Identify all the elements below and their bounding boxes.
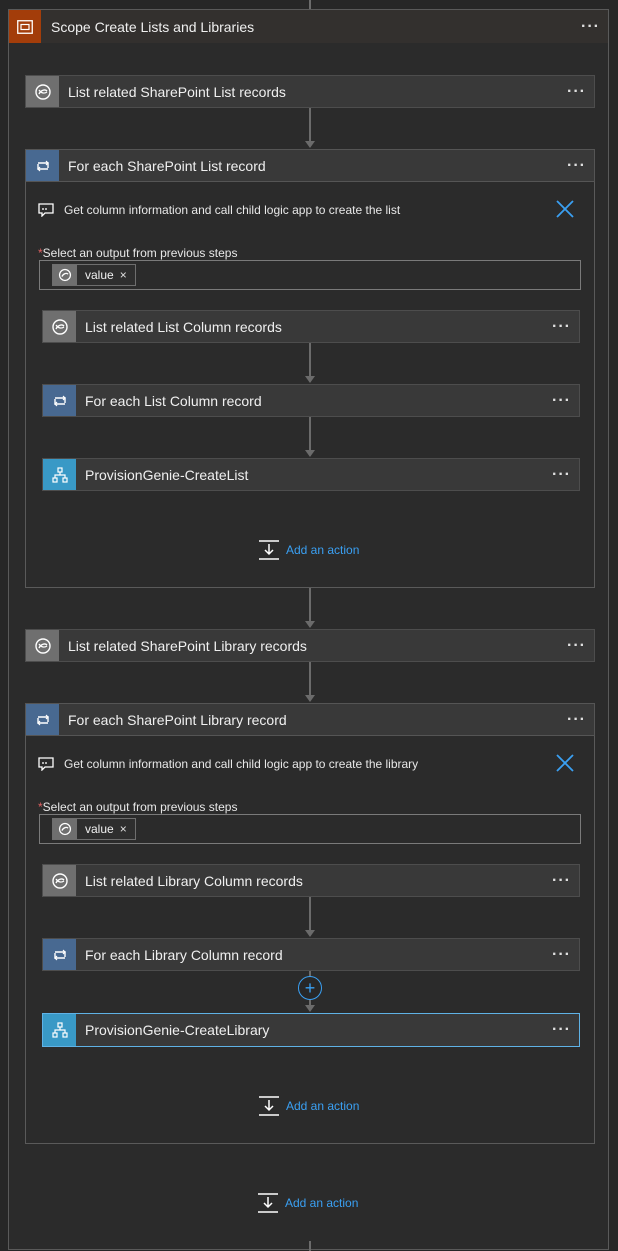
comment-icon <box>38 757 54 771</box>
select-output-label: *Select an output from previous steps <box>38 246 237 260</box>
scope-title: Scope Create Lists and Libraries <box>51 18 255 35</box>
foreach-sharepoint-list-record-header[interactable]: For each SharePoint List record ··· <box>25 149 595 182</box>
action-title: ProvisionGenie-CreateList <box>85 466 249 483</box>
action-title: List related Library Column records <box>85 872 303 889</box>
token-label: value <box>85 268 114 282</box>
more-button[interactable]: ··· <box>567 704 586 735</box>
add-action-label: Add an action <box>286 543 360 557</box>
dataverse-icon <box>43 311 76 342</box>
more-button[interactable]: ··· <box>567 150 586 181</box>
foreach-list-column-record-action[interactable]: For each List Column record ··· <box>42 384 580 417</box>
value-token[interactable]: value × <box>52 264 136 286</box>
add-action-icon <box>259 540 279 560</box>
close-comment-icon[interactable] <box>555 199 575 219</box>
token-remove-icon[interactable]: × <box>120 822 135 836</box>
action-title: List related SharePoint Library records <box>68 637 307 654</box>
scope-header[interactable]: Scope Create Lists and Libraries ··· <box>9 10 608 43</box>
foreach-icon <box>26 704 59 735</box>
add-action-button[interactable]: Add an action <box>258 1096 359 1116</box>
comment-icon <box>38 203 54 217</box>
dataverse-icon <box>26 76 59 107</box>
more-button[interactable]: ··· <box>552 1014 571 1046</box>
dataverse-icon <box>53 265 77 285</box>
foreach-sharepoint-library-record-header[interactable]: For each SharePoint Library record ··· <box>25 703 595 736</box>
value-token[interactable]: value × <box>52 818 136 840</box>
list-list-column-records-action[interactable]: List related List Column records ··· <box>42 310 580 343</box>
dataverse-icon <box>53 819 77 839</box>
logic-app-icon <box>43 1014 76 1046</box>
select-output-text: Select an output from previous steps <box>42 800 238 814</box>
more-button[interactable]: ··· <box>552 311 571 342</box>
dataverse-icon <box>43 865 76 896</box>
logic-app-icon <box>43 459 76 490</box>
comment-text: Get column information and call child lo… <box>64 203 401 217</box>
list-sharepoint-list-records-action[interactable]: List related SharePoint List records ··· <box>25 75 595 108</box>
more-button[interactable]: ··· <box>552 939 571 970</box>
more-button[interactable]: ··· <box>567 630 586 661</box>
comment-row: Get column information and call child lo… <box>38 199 400 221</box>
foreach-icon <box>26 150 59 181</box>
more-button[interactable]: ··· <box>567 76 586 107</box>
provisiongenie-createlist-action[interactable]: ProvisionGenie-CreateList ··· <box>42 458 580 491</box>
more-button[interactable]: ··· <box>552 385 571 416</box>
add-action-icon <box>258 1193 278 1213</box>
close-comment-icon[interactable] <box>555 753 575 773</box>
foreach-icon <box>43 385 76 416</box>
more-button[interactable]: ··· <box>552 459 571 490</box>
comment-text: Get column information and call child lo… <box>64 757 419 771</box>
designer-canvas: Scope Create Lists and Libraries ··· Lis… <box>0 0 618 1251</box>
token-remove-icon[interactable]: × <box>120 268 135 282</box>
add-action-button[interactable]: Add an action <box>257 1193 358 1213</box>
action-title: ProvisionGenie-CreateLibrary <box>85 1022 270 1038</box>
select-output-text: Select an output from previous steps <box>42 246 238 260</box>
foreach-title: For each SharePoint Library record <box>68 711 287 728</box>
add-action-icon <box>259 1096 279 1116</box>
scope-more-button[interactable]: ··· <box>581 10 600 43</box>
select-output-label: *Select an output from previous steps <box>38 800 237 814</box>
action-title: List related SharePoint List records <box>68 83 286 100</box>
scope-icon <box>9 10 41 43</box>
select-output-input[interactable]: value × <box>39 814 581 844</box>
list-library-column-records-action[interactable]: List related Library Column records ··· <box>42 864 580 897</box>
action-title: For each Library Column record <box>85 946 283 963</box>
add-action-button[interactable]: Add an action <box>258 540 359 560</box>
dataverse-icon <box>26 630 59 661</box>
comment-row: Get column information and call child lo… <box>38 753 418 775</box>
foreach-library-column-record-action[interactable]: For each Library Column record ··· <box>42 938 580 971</box>
action-title: For each List Column record <box>85 392 262 409</box>
select-output-input[interactable]: value × <box>39 260 581 290</box>
token-label: value <box>85 822 114 836</box>
action-title: List related List Column records <box>85 318 282 335</box>
insert-step-plus-icon[interactable]: + <box>298 976 322 1000</box>
add-action-label: Add an action <box>286 1099 360 1113</box>
foreach-title: For each SharePoint List record <box>68 157 266 174</box>
foreach-icon <box>43 939 76 970</box>
provisiongenie-createlibrary-action[interactable]: ProvisionGenie-CreateLibrary ··· <box>42 1013 580 1047</box>
list-sharepoint-library-records-action[interactable]: List related SharePoint Library records … <box>25 629 595 662</box>
more-button[interactable]: ··· <box>552 865 571 896</box>
add-action-label: Add an action <box>285 1196 359 1210</box>
